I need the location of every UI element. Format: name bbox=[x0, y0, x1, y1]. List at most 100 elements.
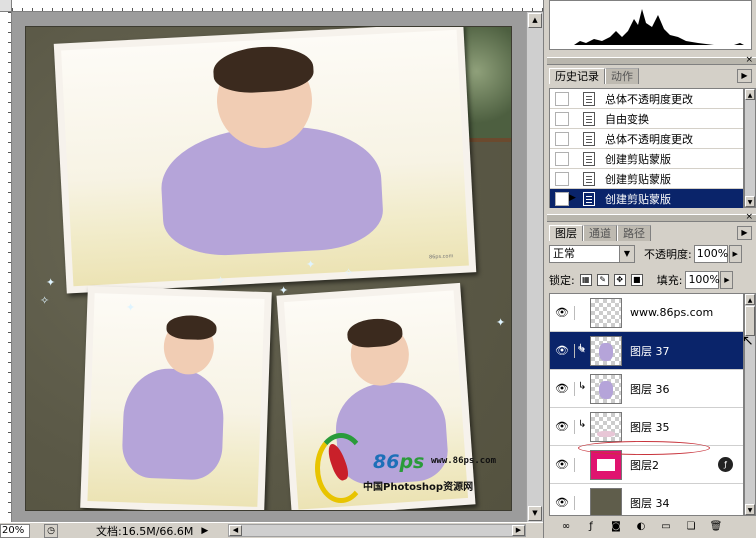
lock-all-icon[interactable]: ■ bbox=[630, 274, 643, 286]
layer-link-slot[interactable] bbox=[574, 305, 588, 320]
watermark-logo: 86ps www.86ps.com 中国Photoshop资源网 bbox=[305, 423, 511, 510]
new-layer-icon[interactable]: ❏ bbox=[683, 519, 699, 535]
blend-mode-select[interactable]: 正常 ▼ bbox=[549, 245, 635, 263]
history-snapshot-checkbox[interactable] bbox=[555, 191, 569, 206]
history-scrollbar[interactable]: ▲ ▼ bbox=[744, 88, 756, 208]
visibility-eye-icon[interactable]: 👁 bbox=[554, 381, 570, 397]
histogram-graph bbox=[564, 9, 748, 45]
trash-icon[interactable]: 🗑 bbox=[708, 519, 724, 535]
close-icon[interactable]: × bbox=[745, 55, 753, 65]
scroll-down-icon[interactable]: ▼ bbox=[745, 504, 755, 515]
sparkle-icon: ✧ bbox=[216, 274, 226, 287]
scroll-up-icon[interactable]: ▲ bbox=[745, 294, 755, 305]
history-item-current[interactable]: ▶ 创建剪贴蒙版 bbox=[550, 189, 743, 209]
lock-position-icon[interactable]: ✥ bbox=[613, 274, 626, 286]
layer-row[interactable]: 👁 www.86ps.com bbox=[550, 294, 743, 332]
annotation-ellipse bbox=[578, 441, 710, 455]
horizontal-ruler[interactable] bbox=[12, 0, 543, 12]
layer-row[interactable]: 👁 图层 34 bbox=[550, 484, 743, 515]
history-item[interactable]: 创建剪贴蒙版 bbox=[550, 149, 743, 169]
ruler-origin[interactable] bbox=[0, 0, 12, 12]
clipping-arrow-icon: ↳ bbox=[578, 381, 587, 392]
fill-slider-arrow-icon[interactable]: ▶ bbox=[720, 271, 734, 289]
scroll-down-icon[interactable]: ▼ bbox=[745, 196, 755, 207]
new-group-icon[interactable]: ▭ bbox=[658, 519, 674, 535]
tab-layers[interactable]: 图层 bbox=[549, 225, 583, 241]
lock-pixels-icon[interactable]: ✎ bbox=[596, 274, 609, 286]
fill-label: 填充: bbox=[656, 274, 683, 287]
layer-effects-icon[interactable]: ƒ bbox=[718, 457, 733, 472]
watermark-url: www.86ps.com bbox=[431, 456, 497, 466]
mouse-cursor-icon: ↖ bbox=[742, 333, 754, 349]
history-snapshot-checkbox[interactable] bbox=[555, 151, 569, 166]
document-vertical-scrollbar[interactable]: ▲ ▼ bbox=[526, 12, 543, 522]
visibility-eye-icon[interactable]: 👁 bbox=[554, 419, 570, 435]
tab-paths[interactable]: 路径 bbox=[617, 225, 651, 241]
history-item[interactable]: 自由变换 bbox=[550, 109, 743, 129]
lock-transparency-icon[interactable]: ▦ bbox=[579, 274, 592, 286]
history-panel-titlebar[interactable]: × bbox=[547, 55, 756, 65]
history-list[interactable]: 总体不透明度更改 自由变换 总体不透明度更改 创建剪贴蒙版 创建剪贴蒙版 ▶ 创… bbox=[549, 88, 744, 209]
layer-style-icon[interactable]: ƒ bbox=[583, 519, 599, 535]
link-layers-icon[interactable]: ∞ bbox=[558, 519, 574, 535]
layer-link-slot[interactable] bbox=[574, 457, 588, 472]
history-item[interactable]: 总体不透明度更改 bbox=[550, 89, 743, 109]
scroll-thumb[interactable] bbox=[745, 306, 755, 336]
history-state-icon bbox=[583, 91, 595, 106]
status-menu-arrow-icon[interactable]: ▶ bbox=[201, 526, 208, 536]
scroll-up-icon[interactable]: ▲ bbox=[528, 13, 542, 28]
scroll-left-icon[interactable]: ◀ bbox=[229, 525, 242, 536]
opacity-slider-arrow-icon[interactable]: ▶ bbox=[728, 245, 742, 263]
photoshop-window: 86ps.com ✦ ✧ ✦ ✧ ✦ ✦ ✧ ✦ 86ps www.86ps.c… bbox=[0, 0, 756, 538]
sparkle-icon: ✧ bbox=[344, 266, 354, 279]
layer-blend-options: 正常 ▼ 不透明度: 100% ▶ bbox=[549, 243, 755, 265]
image-canvas[interactable]: 86ps.com ✦ ✧ ✦ ✧ ✦ ✦ ✧ ✦ 86ps www.86ps.c… bbox=[25, 26, 512, 511]
layer-thumbnail bbox=[590, 297, 622, 328]
history-snapshot-checkbox[interactable] bbox=[555, 111, 569, 126]
history-pointer-icon: ▶ bbox=[569, 193, 576, 203]
visibility-eye-icon[interactable]: 👁 bbox=[554, 305, 570, 321]
history-state-icon bbox=[583, 191, 595, 206]
layer-row[interactable]: 👁 ↳ 图层 36 bbox=[550, 370, 743, 408]
layers-scrollbar[interactable]: ▲ ▼ bbox=[744, 293, 756, 516]
watermark-tagline: 中国Photoshop资源网 bbox=[363, 482, 474, 493]
vertical-ruler[interactable] bbox=[0, 12, 12, 522]
opacity-field[interactable]: 100% bbox=[693, 245, 728, 263]
layer-thumbnail bbox=[590, 487, 622, 515]
history-item[interactable]: 创建剪贴蒙版 bbox=[550, 169, 743, 189]
fill-field[interactable]: 100% bbox=[685, 271, 720, 289]
layer-row-selected[interactable]: 👁 ✎ ↳ 图层 37 bbox=[550, 332, 743, 370]
zoom-level-field[interactable]: 20% bbox=[0, 523, 30, 538]
visibility-eye-icon[interactable]: 👁 bbox=[554, 457, 570, 473]
layers-panel-titlebar[interactable]: × bbox=[547, 212, 756, 222]
status-nav-icon[interactable]: ◷ bbox=[44, 523, 58, 538]
layers-panel-menu-icon[interactable]: ▶ bbox=[737, 226, 752, 240]
history-snapshot-checkbox[interactable] bbox=[555, 91, 569, 106]
history-tabs: 历史记录 动作 bbox=[549, 67, 639, 84]
add-mask-icon[interactable]: ◙ bbox=[608, 519, 624, 535]
scroll-right-icon[interactable]: ▶ bbox=[512, 525, 525, 536]
layer-thumbnail bbox=[590, 411, 622, 442]
history-item[interactable]: 总体不透明度更改 bbox=[550, 129, 743, 149]
photo-bottom-left bbox=[80, 285, 272, 510]
tab-actions[interactable]: 动作 bbox=[605, 68, 639, 84]
tab-channels[interactable]: 通道 bbox=[583, 225, 617, 241]
sparkle-icon: ✦ bbox=[496, 316, 506, 329]
adjustment-layer-icon[interactable]: ◐ bbox=[633, 519, 649, 535]
history-state-icon bbox=[583, 171, 595, 186]
history-snapshot-checkbox[interactable] bbox=[555, 171, 569, 186]
panel-dock: × 历史记录 动作 ▶ 总体不透明度更改 自由变换 总体不透明度更改 创建剪贴蒙… bbox=[543, 0, 756, 538]
scroll-down-icon[interactable]: ▼ bbox=[528, 506, 542, 521]
layer-list[interactable]: 👁 www.86ps.com 👁 ✎ ↳ 图层 37 👁 ↳ 图层 36 � bbox=[549, 293, 744, 516]
history-snapshot-checkbox[interactable] bbox=[555, 131, 569, 146]
document-horizontal-scrollbar[interactable]: ◀ ▶ bbox=[228, 524, 526, 537]
history-panel-menu-icon[interactable]: ▶ bbox=[737, 69, 752, 83]
chevron-down-icon[interactable]: ▼ bbox=[619, 246, 634, 262]
close-icon[interactable]: × bbox=[745, 212, 753, 222]
scroll-up-icon[interactable]: ▲ bbox=[745, 89, 755, 100]
visibility-eye-icon[interactable]: 👁 bbox=[554, 343, 570, 359]
history-state-icon bbox=[583, 151, 595, 166]
visibility-eye-icon[interactable]: 👁 bbox=[554, 495, 570, 511]
tab-history[interactable]: 历史记录 bbox=[549, 68, 605, 84]
layer-link-slot[interactable] bbox=[574, 495, 588, 510]
